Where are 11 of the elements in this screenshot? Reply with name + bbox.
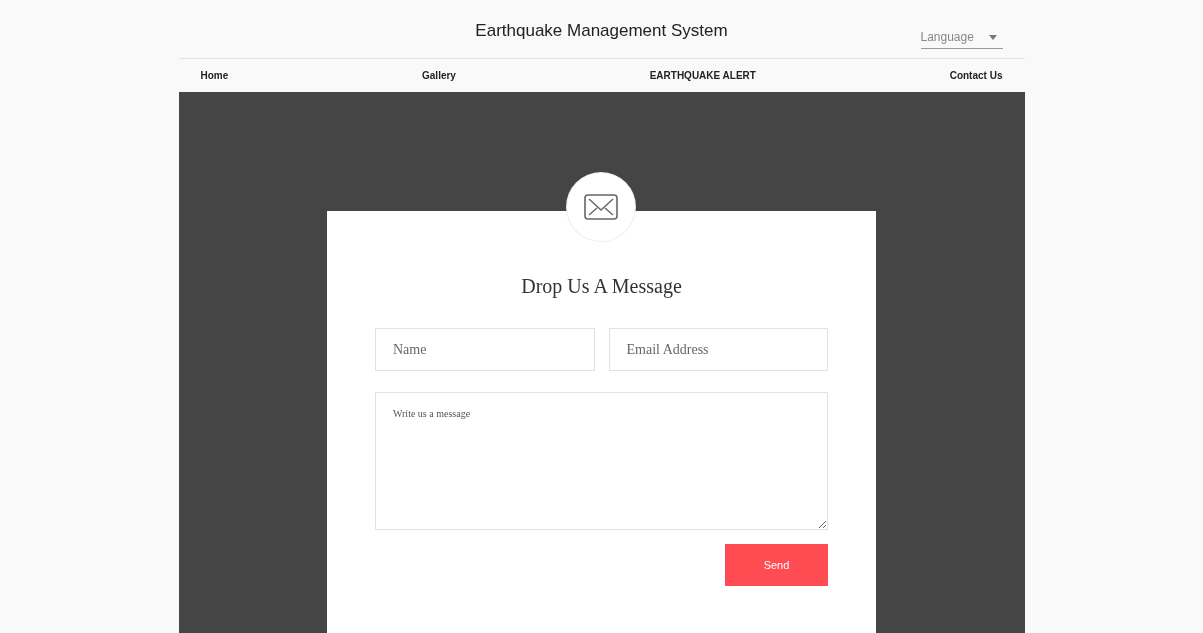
nav-link[interactable]: Contact Us <box>949 70 1003 81</box>
nav-link[interactable]: Gallery <box>422 70 456 81</box>
nav-link[interactable]: Home <box>200 70 229 81</box>
nav-link[interactable]: EARTHQUAKE ALERT <box>649 70 756 81</box>
form-title: Drop Us A Message <box>520 274 683 300</box>
envelope-icon <box>584 194 618 220</box>
text-field[interactable]: Email Address <box>608 328 828 371</box>
site-title: Earthquake Management System <box>475 20 728 41</box>
caret-icon <box>988 34 997 40</box>
text-field[interactable]: Name <box>375 328 595 371</box>
message-field[interactable]: Write us a message <box>375 392 828 530</box>
